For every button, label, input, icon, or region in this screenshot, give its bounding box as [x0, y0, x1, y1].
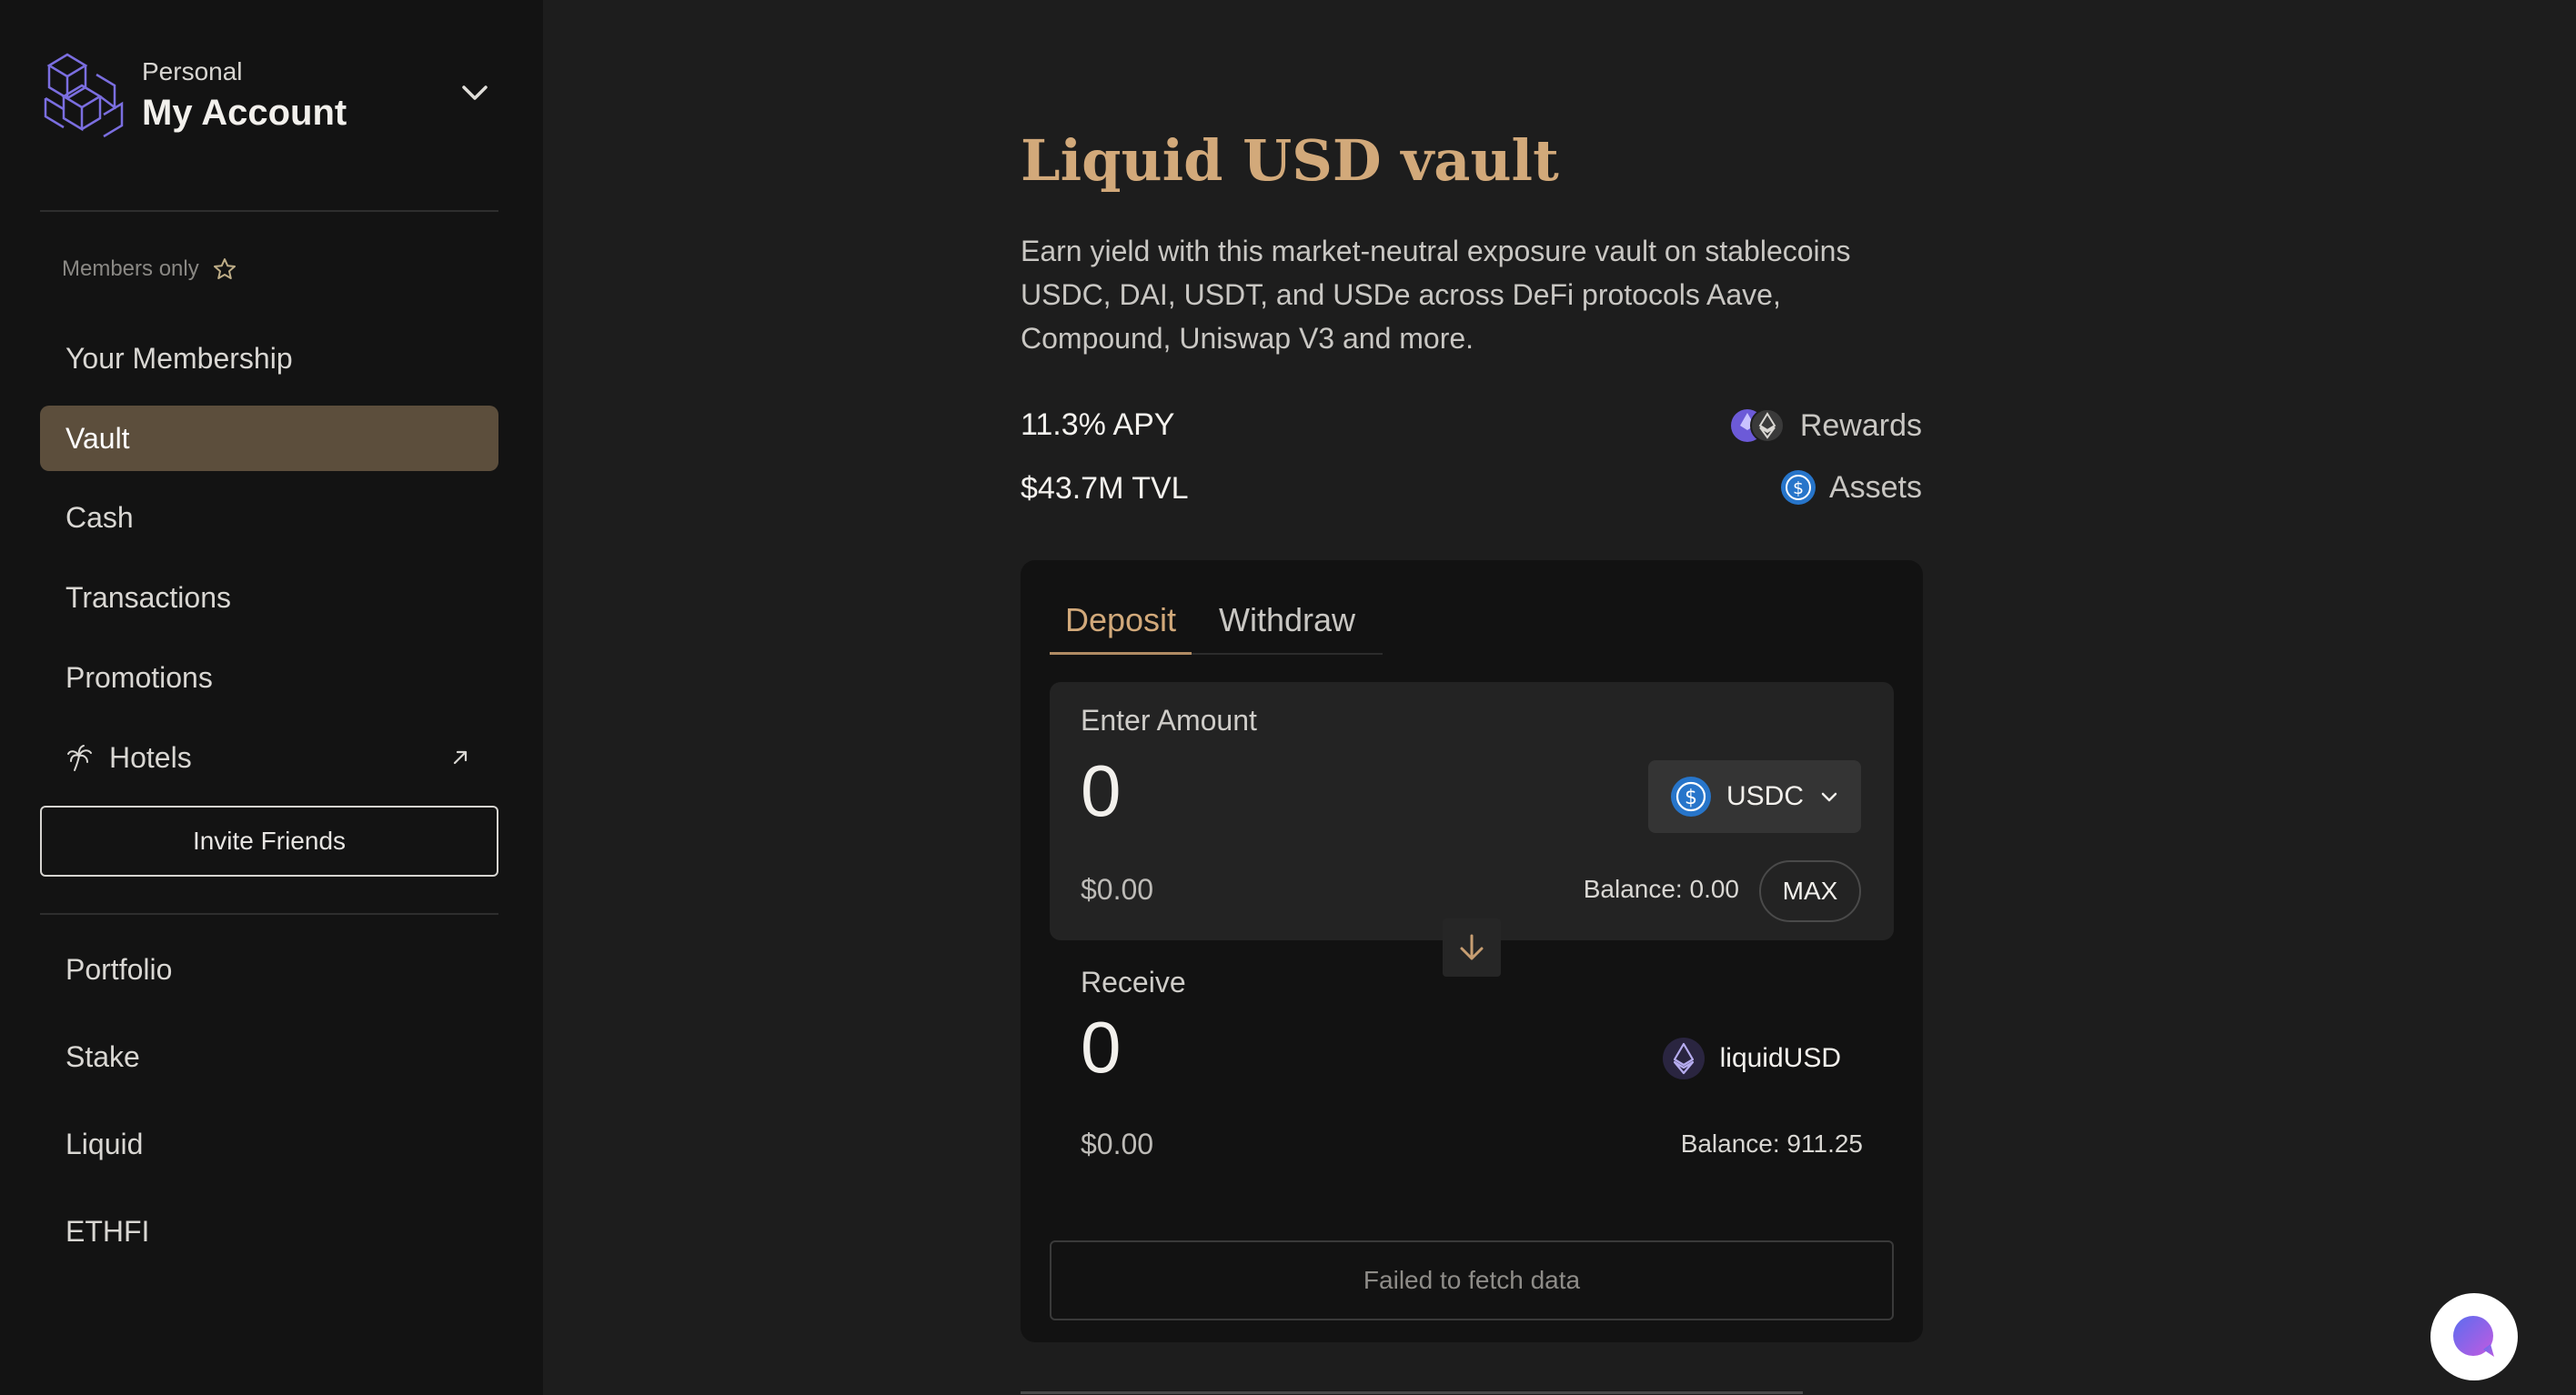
sidebar-item-label: Stake [65, 1039, 140, 1073]
receive-balance: Balance: 911.25 [1680, 1129, 1863, 1158]
rewards-label: Rewards [1799, 407, 1922, 443]
token-select[interactable]: $ USDC [1648, 760, 1861, 833]
sidebar-item-label: Liquid [65, 1127, 144, 1160]
sidebar-item-vault[interactable]: Vault [40, 406, 498, 471]
enter-amount-label: Enter Amount [1081, 704, 1257, 737]
sidebar-item-cash[interactable]: Cash [40, 485, 498, 550]
footnote-text [1021, 1382, 1839, 1395]
tvl-value: $43.7M TVL [1021, 471, 1189, 506]
token-select-label: USDC [1726, 781, 1805, 811]
vault-description: Earn yield with this market-neutral expo… [1021, 235, 1851, 355]
sidebar-item-label: Your Membership [65, 341, 293, 375]
receive-token: liquidUSD [1662, 1037, 1841, 1080]
star-icon [213, 258, 236, 279]
svg-text:$: $ [1685, 787, 1697, 809]
sidebar-item-portfolio[interactable]: Portfolio [40, 937, 498, 1002]
sidebar-item-stake[interactable]: Stake [40, 1024, 498, 1089]
sidebar-item-your-membership[interactable]: Your Membership [40, 326, 498, 391]
enter-amount-usd: $0.00 [1081, 873, 1154, 906]
arrow-down-icon [1460, 934, 1484, 960]
sidebar-item-label: Transactions [65, 580, 231, 614]
liquidusd-token-icon [1662, 1038, 1705, 1079]
enter-amount-input[interactable]: 0 [1081, 749, 1122, 833]
sidebar-item-label: ETHFI [65, 1214, 150, 1248]
tab-withdraw[interactable]: Withdraw [1192, 587, 1383, 655]
sidebar-item-label: Cash [65, 500, 134, 534]
max-button[interactable]: MAX [1759, 860, 1861, 922]
sidebar-item-label: Promotions [65, 660, 213, 694]
page-title: Liquid USD vault [1021, 127, 1559, 194]
members-only-label: Members only [62, 256, 199, 281]
sidebar-item-ethfi[interactable]: ETHFI [40, 1199, 498, 1264]
usdc-icon: $ [1671, 777, 1711, 817]
sidebar-divider [40, 210, 498, 212]
receive-usd: $0.00 [1081, 1128, 1154, 1160]
assets-label: Assets [1828, 469, 1922, 505]
submit-button[interactable]: Failed to fetch data [1050, 1240, 1894, 1320]
swap-direction[interactable] [1443, 918, 1501, 977]
sidebar-item-promotions[interactable]: Promotions [40, 645, 498, 710]
receive-token-label: liquidUSD [1719, 1043, 1841, 1073]
sidebar-item-liquid[interactable]: Liquid [40, 1111, 498, 1177]
invite-friends-button[interactable]: Invite Friends [40, 806, 498, 877]
sidebar-item-transactions[interactable]: Transactions [40, 565, 498, 630]
enter-balance: Balance: 0.00 [1583, 875, 1739, 903]
account-switcher[interactable]: Personal My Account [40, 47, 500, 142]
receive-label: Receive [1081, 966, 1186, 999]
rewards-link[interactable]: Rewards [1729, 406, 1922, 446]
chat-button[interactable] [2430, 1293, 2518, 1380]
account-name: My Account [142, 93, 347, 133]
chat-bubble-icon [2453, 1316, 2494, 1357]
arrow-up-right-icon [453, 750, 468, 765]
sidebar-item-hotels[interactable]: Hotels [40, 725, 498, 790]
members-only-heading: Members only [62, 256, 237, 282]
enter-amount-panel: Enter Amount 0 $0.00 $ USDC Balance: 0.0… [1050, 682, 1894, 940]
sidebar-divider [40, 913, 498, 915]
rewards-tokens-icon [1730, 408, 1785, 443]
assets-link[interactable]: $ Assets [1780, 469, 1922, 506]
sidebar-item-label: Vault [65, 421, 130, 455]
svg-text:$: $ [1793, 478, 1804, 498]
sidebar: Personal My Account Members only Your Me… [0, 0, 543, 1395]
chevron-down-icon [1821, 792, 1837, 802]
chevron-down-icon[interactable] [457, 75, 493, 111]
apy-value: 11.3% APY [1021, 407, 1175, 442]
sidebar-item-label: Hotels [109, 740, 192, 774]
sidebar-item-label: Portfolio [65, 952, 173, 986]
ether-fi-logo-icon [44, 53, 124, 138]
usdc-icon: $ [1780, 470, 1816, 505]
palm-tree-icon [67, 745, 92, 771]
deposit-card: Deposit Withdraw Enter Amount 0 $0.00 $ … [1021, 560, 1923, 1342]
receive-amount: 0 [1081, 1007, 1122, 1088]
account-type-label: Personal [142, 57, 243, 85]
tab-deposit[interactable]: Deposit [1050, 587, 1192, 655]
